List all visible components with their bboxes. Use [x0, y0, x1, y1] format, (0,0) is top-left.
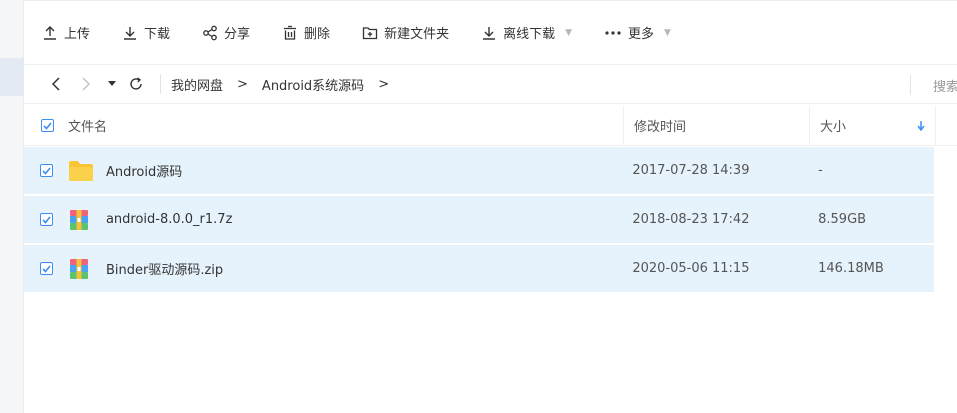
row-checkbox[interactable] [40, 262, 54, 275]
download-label: 下载 [144, 27, 171, 42]
offline-download-button[interactable]: 离线下载 ▼ [481, 19, 572, 47]
row-checkbox[interactable] [40, 213, 54, 226]
share-label: 分享 [224, 27, 251, 42]
column-header-size: 大小 [820, 120, 847, 135]
caret-down-icon [108, 81, 116, 86]
download-button[interactable]: 下载 [122, 19, 170, 47]
share-button[interactable]: 分享 [202, 19, 250, 47]
check-icon [42, 166, 52, 175]
breadcrumb-root[interactable]: 我的网盘 [171, 75, 223, 94]
table-row[interactable]: Android源码 2017-07-28 14:39 - [24, 147, 934, 194]
file-list: Android源码 2017-07-28 14:39 - android-8.0… [24, 147, 934, 294]
table-row[interactable]: Binder驱动源码.zip 2020-05-06 11:15 146.18MB [24, 245, 934, 292]
delete-icon [284, 25, 297, 40]
breadcrumb-separator: > [237, 76, 248, 92]
select-all-checkbox[interactable] [40, 119, 54, 132]
sidebar-active-item[interactable] [0, 58, 24, 96]
divider [160, 74, 161, 94]
row-checkbox[interactable] [40, 164, 54, 177]
chevron-down-icon: ▼ [664, 27, 671, 38]
upload-label: 上传 [64, 27, 91, 42]
file-modified: 2017-07-28 14:39 [632, 163, 750, 178]
history-dropdown[interactable] [106, 74, 118, 94]
file-modified: 2018-08-23 17:42 [632, 212, 750, 227]
delete-button[interactable]: 删除 [282, 19, 330, 47]
share-icon [203, 25, 217, 40]
more-label: 更多 [628, 27, 655, 42]
file-table-header: 文件名 修改时间 大小 [24, 105, 957, 146]
new-folder-icon [362, 26, 378, 39]
column-header-size-cell[interactable]: 大小 [809, 105, 935, 146]
upload-icon [44, 25, 56, 40]
breadcrumb-current[interactable]: Android系统源码 [262, 75, 364, 94]
file-name[interactable]: Binder驱动源码.zip [106, 259, 223, 278]
breadcrumb-separator: > [378, 76, 390, 92]
new-folder-label: 新建文件夹 [384, 27, 450, 42]
file-size: 146.18MB [818, 261, 884, 276]
chevron-down-icon: ▼ [565, 27, 573, 38]
refresh-button[interactable] [126, 74, 146, 94]
refresh-icon [130, 77, 142, 90]
check-icon [42, 121, 52, 130]
download-icon [124, 26, 137, 40]
left-sidebar [0, 0, 24, 413]
offline-download-label: 离线下载 [503, 27, 556, 42]
forward-icon [82, 77, 91, 91]
search-input[interactable]: 搜索 [933, 76, 957, 95]
upload-button[interactable]: 上传 [42, 19, 90, 47]
archive-icon [68, 209, 94, 231]
more-button[interactable]: 更多 ▼ [604, 19, 671, 47]
back-icon [51, 77, 60, 91]
column-header-name[interactable]: 文件名 [68, 116, 107, 135]
check-icon [42, 264, 52, 273]
breadcrumb-bar: 我的网盘 > Android系统源码 > 搜索 [24, 64, 957, 104]
file-size: - [818, 163, 823, 178]
divider [910, 75, 911, 95]
offline-download-icon [483, 26, 496, 40]
file-name[interactable]: android-8.0.0_r1.7z [106, 212, 232, 227]
more-icon [605, 30, 621, 35]
file-size: 8.59GB [818, 212, 867, 227]
new-folder-button[interactable]: 新建文件夹 [362, 19, 449, 47]
column-header-modified[interactable]: 修改时间 [634, 116, 686, 135]
column-header-spacer [935, 105, 957, 146]
toolbar: 上传 下载 分享 删除 新建文件夹 离线下载 ▼ 更多 ▼ [24, 0, 957, 64]
file-modified: 2020-05-06 11:15 [632, 261, 750, 276]
folder-icon [68, 160, 94, 182]
check-icon [42, 215, 52, 224]
table-row[interactable]: android-8.0.0_r1.7z 2018-08-23 17:42 8.5… [24, 196, 934, 243]
archive-icon [68, 258, 94, 280]
delete-label: 删除 [304, 27, 331, 42]
sort-desc-icon [917, 120, 925, 131]
search-box[interactable]: 搜索 [910, 65, 957, 105]
forward-button[interactable] [76, 74, 96, 94]
back-button[interactable] [46, 74, 66, 94]
file-name[interactable]: Android源码 [106, 161, 182, 180]
